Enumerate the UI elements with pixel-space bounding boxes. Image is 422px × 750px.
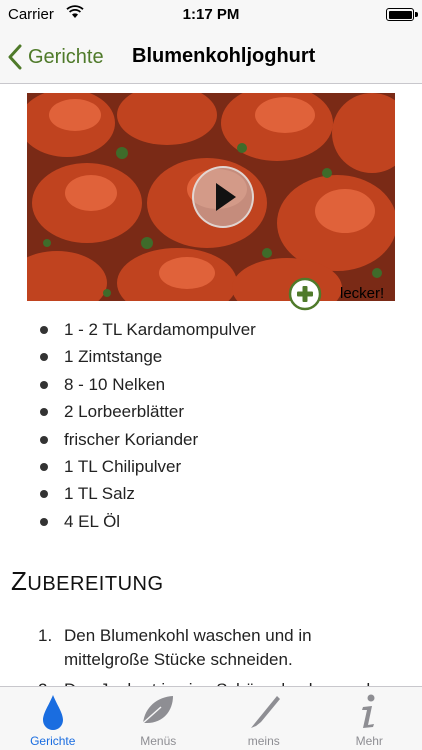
back-button-label: Gerichte bbox=[28, 45, 104, 68]
step-number: 1. bbox=[38, 626, 53, 645]
play-video-button[interactable] bbox=[192, 166, 254, 228]
chevron-left-icon bbox=[8, 44, 22, 70]
clock: 1:17 PM bbox=[182, 6, 240, 23]
ingredient-item: frischer Koriander bbox=[0, 426, 422, 453]
preparation-heading: ZUBEREITUNG bbox=[11, 566, 164, 597]
tab-label: meins bbox=[247, 734, 280, 748]
plus-circle-icon bbox=[288, 277, 322, 311]
tab-mehr[interactable]: Mehr bbox=[317, 687, 422, 750]
tab-label: Mehr bbox=[355, 734, 383, 748]
tab-meins[interactable]: meins bbox=[211, 687, 317, 750]
drop-icon bbox=[42, 695, 63, 730]
tab-label: Gerichte bbox=[30, 734, 76, 748]
ingredient-item: 8 - 10 Nelken bbox=[0, 371, 422, 398]
ingredient-item: 1 TL Salz bbox=[0, 480, 422, 507]
page-title: Blumenkohljoghurt bbox=[132, 45, 316, 67]
ingredient-item: 1 Zimtstange bbox=[0, 343, 422, 370]
add-favorite-button[interactable] bbox=[288, 277, 322, 311]
leaf-icon bbox=[142, 696, 174, 724]
step-item: 1. Den Blumenkohl waschen und in mittelg… bbox=[0, 624, 422, 672]
knife-icon bbox=[250, 696, 280, 728]
preparation-heading-rest: UBEREITUNG bbox=[27, 573, 164, 595]
favorite-label: lecker! bbox=[340, 285, 385, 302]
ingredient-item: 4 EL Öl bbox=[0, 508, 422, 535]
tab-gerichte[interactable]: Gerichte bbox=[0, 687, 106, 750]
recipe-video-thumbnail[interactable] bbox=[27, 93, 395, 301]
tab-bar: Gerichte Menüs meins Mehr bbox=[0, 686, 422, 750]
preparation-heading-initial: Z bbox=[11, 566, 28, 596]
navigation-bar: Gerichte Blumenkohljoghurt bbox=[0, 30, 422, 84]
ingredient-item: 1 TL Chilipulver bbox=[0, 453, 422, 480]
ingredient-item: 2 Lorbeerblätter bbox=[0, 398, 422, 425]
status-bar: Carrier 1:17 PM bbox=[0, 0, 422, 30]
battery-icon bbox=[386, 8, 418, 21]
ingredient-list: 1 - 2 TL Kardamompulver 1 Zimtstange 8 -… bbox=[0, 316, 422, 535]
tab-menus[interactable]: Menüs bbox=[106, 687, 212, 750]
back-button[interactable]: Gerichte bbox=[8, 40, 104, 74]
step-text: Den Blumenkohl waschen und in mittelgroß… bbox=[64, 626, 312, 669]
play-icon bbox=[216, 183, 236, 211]
tab-label: Menüs bbox=[140, 734, 177, 748]
ingredient-item: 1 - 2 TL Kardamompulver bbox=[0, 316, 422, 343]
info-icon bbox=[362, 694, 375, 728]
